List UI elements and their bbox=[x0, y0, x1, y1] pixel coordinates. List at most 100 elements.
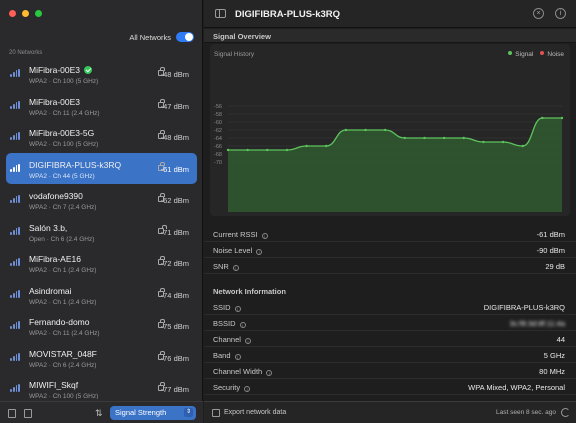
info-icon[interactable]: i bbox=[244, 386, 251, 392]
metric-noise-level: Noise Level i -90 dBm bbox=[204, 242, 576, 258]
network-ssid: MiFibra-00E3-5G bbox=[29, 128, 95, 138]
signal-point bbox=[246, 148, 249, 152]
network-detail: WPA2 · Ch 100 (5 GHz) bbox=[29, 78, 99, 85]
info-label: Channel Width bbox=[213, 367, 263, 376]
network-ssid: MIWIFI_Skqf bbox=[29, 380, 79, 390]
legend-signal: Signal bbox=[508, 51, 533, 58]
network-rssi: -72 dBm bbox=[160, 259, 189, 268]
y-tick-label: -66 bbox=[214, 144, 222, 150]
info-label: BSSID bbox=[213, 319, 236, 328]
signal-point bbox=[501, 140, 505, 144]
network-row[interactable]: Asindromai WPA2 · Ch 1 (2.4 GHz) -74 dBm bbox=[6, 279, 197, 311]
zoom-window-button[interactable] bbox=[35, 10, 42, 17]
signal-point bbox=[560, 116, 564, 120]
disconnect-icon[interactable]: × bbox=[533, 8, 544, 19]
wifi-signal-icon bbox=[10, 69, 20, 77]
network-row[interactable]: Salón 3.b, Open · Ch 6 (2.4 GHz) -71 dBm bbox=[6, 216, 197, 248]
wifi-signal-icon bbox=[10, 384, 20, 392]
network-list: MiFibra-00E3 WPA2 · Ch 100 (5 GHz) -48 dBm… bbox=[0, 58, 203, 399]
close-window-button[interactable] bbox=[9, 10, 16, 17]
info-row-channel: Channel i 44 bbox=[204, 331, 576, 347]
info-icon[interactable]: i bbox=[232, 265, 239, 271]
y-tick-label: -64 bbox=[214, 136, 222, 142]
y-tick-label: -58 bbox=[214, 112, 222, 118]
network-row[interactable]: MiFibra-00E3 WPA2 · Ch 100 (5 GHz) -48 dBm bbox=[6, 58, 197, 90]
toolbar: DIGIFIBRA-PLUS-k3RQ × i bbox=[204, 0, 576, 28]
y-tick-label: -62 bbox=[214, 128, 222, 134]
network-detail: WPA2 · Ch 44 (5 GHz) bbox=[29, 172, 95, 180]
info-icon[interactable]: i bbox=[239, 322, 246, 328]
sort-select-value: Signal Strength bbox=[115, 408, 167, 417]
metric-label: SNR bbox=[213, 262, 229, 271]
share-icon[interactable] bbox=[8, 409, 16, 418]
refresh-icon[interactable] bbox=[561, 408, 570, 417]
signal-point bbox=[285, 148, 289, 152]
network-rssi: -48 dBm bbox=[160, 70, 189, 79]
network-detail: WPA2 · Ch 1 (2.4 GHz) bbox=[29, 267, 97, 274]
metric-label: Current RSSI bbox=[213, 230, 258, 239]
network-row[interactable]: MiFibra-00E3-5G WPA2 · Ch 100 (5 GHz) -48 … bbox=[6, 121, 197, 153]
info-icon[interactable]: i bbox=[555, 8, 566, 19]
metric-current-rssi: Current RSSI i -61 dBm bbox=[204, 226, 576, 242]
info-icon[interactable]: i bbox=[261, 233, 268, 239]
all-networks-label: All Networks bbox=[129, 32, 171, 42]
network-rssi: -77 dBm bbox=[160, 385, 189, 394]
network-ssid: MiFibra-00E3 bbox=[29, 65, 93, 75]
info-icon[interactable]: i bbox=[234, 354, 241, 360]
info-row-channel-width: Channel Width i 80 MHz bbox=[204, 363, 576, 379]
signal-overview-header: Signal Overview bbox=[204, 29, 576, 43]
info-label: Channel bbox=[213, 335, 241, 344]
signal-point bbox=[442, 136, 446, 140]
network-ssid: Salón 3.b, bbox=[29, 222, 68, 233]
network-row[interactable]: DIGIFIBRA-PLUS-k3RQ WPA2 · Ch 44 (5 GHz) -… bbox=[6, 152, 197, 184]
signal-point bbox=[344, 128, 348, 132]
sidebar-toggle-icon[interactable] bbox=[215, 9, 226, 18]
network-detail: WPA2 · Ch 100 (5 GHz) bbox=[29, 393, 99, 399]
legend-noise: Noise bbox=[540, 51, 564, 58]
network-row[interactable]: MiFibra-AE16 WPA2 · Ch 1 (2.4 GHz) -72 dBm bbox=[6, 247, 197, 279]
info-icon[interactable]: i bbox=[266, 370, 273, 376]
network-row[interactable]: MiFibra-00E3 WPA2 · Ch 11 (2.4 GHz) -47 dB… bbox=[6, 90, 197, 122]
network-row[interactable]: MIWIFI_Skqf WPA2 · Ch 100 (5 GHz) -77 dBm bbox=[6, 373, 197, 399]
info-value: WPA Mixed, WPA2, Personal bbox=[468, 383, 565, 392]
info-row-bssid: BSSID i 3c:f8:3d:8f:11:4a bbox=[204, 315, 576, 331]
info-icon[interactable]: i bbox=[244, 338, 251, 344]
network-row[interactable]: vodafone9390 WPA2 · Ch 7 (2.4 GHz) -62 dBm bbox=[6, 184, 197, 216]
network-rssi: -62 dBm bbox=[160, 196, 189, 205]
window-controls bbox=[9, 10, 42, 17]
network-count: 20 Networks bbox=[9, 50, 43, 56]
signal-history-chart: -56 -58 -60 -62 -64 -66 -68 -70 Signal History … bbox=[210, 44, 570, 216]
sort-select[interactable]: Signal Strength ⇕ bbox=[110, 406, 196, 420]
signal-point bbox=[462, 136, 465, 140]
network-ssid: DIGIFIBRA-PLUS-k3RQ bbox=[29, 159, 122, 170]
y-tick-label: -68 bbox=[214, 152, 222, 158]
wifi-signal-icon bbox=[10, 100, 20, 109]
network-rssi: -48 dBm bbox=[160, 133, 189, 142]
network-row[interactable]: MOVISTAR_048F WPA2 · Ch 6 (2.4 GHz) -76 dB… bbox=[6, 342, 197, 374]
document-icon[interactable] bbox=[24, 409, 32, 418]
info-value: 44 bbox=[556, 335, 565, 344]
minimize-window-button[interactable] bbox=[22, 10, 29, 17]
network-ssid: vodafone9390 bbox=[29, 191, 83, 201]
network-ssid: MiFibra-00E3 bbox=[29, 96, 81, 107]
info-label: SSID bbox=[213, 303, 231, 312]
export-icon[interactable] bbox=[212, 409, 220, 417]
signal-point bbox=[364, 128, 367, 132]
all-networks-toggle[interactable] bbox=[176, 32, 194, 42]
info-value: 80 MHz bbox=[539, 367, 565, 376]
metric-value: -61 dBm bbox=[536, 230, 565, 239]
network-rssi: -74 dBm bbox=[160, 290, 189, 300]
export-network-data-button[interactable]: Export network data bbox=[224, 409, 286, 416]
signal-point bbox=[423, 136, 426, 140]
metric-label: Noise Level bbox=[213, 246, 253, 255]
info-icon[interactable]: i bbox=[256, 249, 263, 255]
network-row[interactable]: Fernando-domo WPA2 · Ch 11 (2.4 GHz) -75 d… bbox=[6, 310, 197, 342]
metric-snr: SNR i 29 dB bbox=[204, 258, 576, 274]
chart-canvas: -56 -58 -60 -62 -64 -66 -68 -70 bbox=[214, 104, 564, 212]
sort-order-icon[interactable]: ⇅ bbox=[95, 408, 103, 419]
network-information-header: Network Information bbox=[204, 284, 576, 298]
wifi-signal-icon bbox=[10, 352, 20, 361]
last-seen-label: Last seen 8 sec. ago bbox=[496, 409, 556, 416]
network-rssi: -47 dBm bbox=[160, 101, 189, 111]
info-icon[interactable]: i bbox=[234, 306, 241, 312]
